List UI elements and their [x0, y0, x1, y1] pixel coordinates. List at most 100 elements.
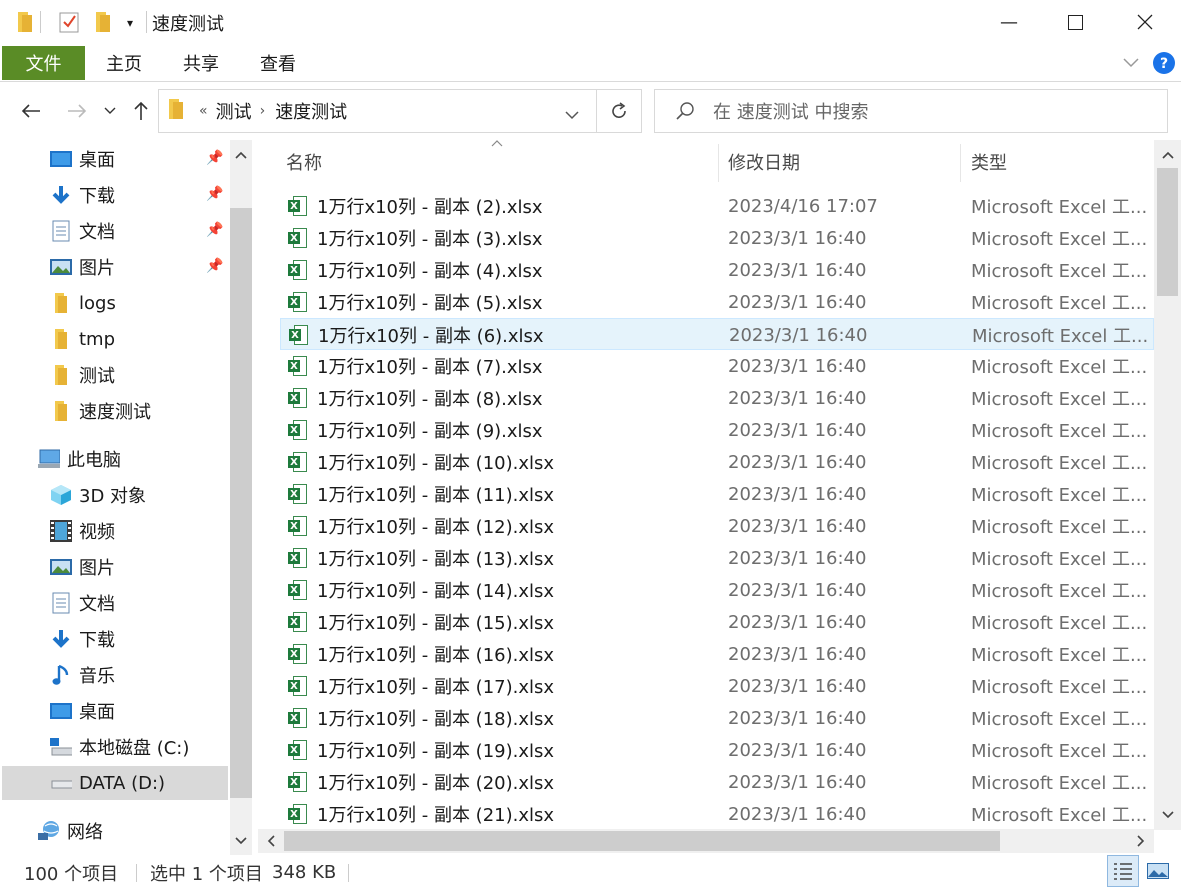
file-name-cell[interactable]: X 1万行x10列 - 副本 (4).xlsx	[288, 254, 718, 286]
nav-item-pictures[interactable]: 图片	[50, 550, 230, 584]
column-header-date[interactable]: 修改日期	[728, 140, 958, 184]
file-name-cell[interactable]: X 1万行x10列 - 副本 (13).xlsx	[288, 542, 718, 574]
close-button[interactable]	[1116, 0, 1174, 44]
file-row[interactable]: X 1万行x10列 - 副本 (12).xlsx 2023/3/1 16:40 Mic…	[280, 510, 1154, 542]
nav-item-documents[interactable]: 文档	[50, 586, 230, 620]
breadcrumb-overflow[interactable]: «	[199, 103, 208, 119]
breadcrumb-item[interactable]: 测试	[216, 98, 252, 124]
nav-item-music[interactable]: 音乐	[50, 658, 230, 692]
file-row[interactable]: X 1万行x10列 - 副本 (6).xlsx 2023/3/1 16:40 Micr…	[280, 318, 1154, 350]
nav-item-3d-objects[interactable]: 3D 对象	[50, 478, 230, 512]
column-header-type[interactable]: 类型	[971, 140, 1151, 184]
pin-icon[interactable]: 📌	[206, 186, 223, 202]
nav-item-drive-c[interactable]: 本地磁盘 (C:)	[50, 730, 230, 764]
column-divider[interactable]	[960, 144, 961, 182]
tab-home[interactable]: 主页	[92, 46, 156, 80]
breadcrumb-item[interactable]: 速度测试	[275, 98, 347, 124]
large-icons-view-button[interactable]	[1142, 855, 1174, 887]
nav-scroll-down-button[interactable]	[232, 832, 250, 850]
file-name-cell[interactable]: X 1万行x10列 - 副本 (20).xlsx	[288, 766, 718, 798]
ribbon-expand-button[interactable]	[1114, 46, 1148, 80]
file-row[interactable]: X 1万行x10列 - 副本 (11).xlsx 2023/3/1 16:40 Mic…	[280, 478, 1154, 510]
file-name-cell[interactable]: X 1万行x10列 - 副本 (18).xlsx	[288, 702, 718, 734]
scroll-right-button[interactable]	[1132, 832, 1150, 850]
file-row[interactable]: X 1万行x10列 - 副本 (5).xlsx 2023/3/1 16:40 Micr…	[280, 286, 1154, 318]
file-name-cell[interactable]: X 1万行x10列 - 副本 (6).xlsx	[289, 319, 719, 351]
nav-item-this-pc[interactable]: 此电脑	[38, 442, 228, 476]
nav-scroll-up-button[interactable]	[232, 146, 250, 164]
forward-button[interactable]	[60, 92, 94, 130]
file-row[interactable]: X 1万行x10列 - 副本 (14).xlsx 2023/3/1 16:40 Mic…	[280, 574, 1154, 606]
file-name-cell[interactable]: X 1万行x10列 - 副本 (10).xlsx	[288, 446, 718, 478]
file-row[interactable]: X 1万行x10列 - 副本 (17).xlsx 2023/3/1 16:40 Mic…	[280, 670, 1154, 702]
file-row[interactable]: X 1万行x10列 - 副本 (2).xlsx 2023/4/16 17:07 Mic…	[280, 190, 1154, 222]
file-row[interactable]: X 1万行x10列 - 副本 (21).xlsx 2023/3/1 16:40 Mic…	[280, 798, 1154, 830]
file-row[interactable]: X 1万行x10列 - 副本 (16).xlsx 2023/3/1 16:40 Mic…	[280, 638, 1154, 670]
properties-icon[interactable]	[58, 11, 80, 33]
scroll-left-button[interactable]	[262, 832, 280, 850]
nav-item-tmp[interactable]: tmp	[50, 322, 230, 356]
new-folder-icon[interactable]	[92, 11, 114, 33]
pin-icon[interactable]: 📌	[206, 222, 223, 238]
nav-item-speed-test[interactable]: 速度测试	[50, 394, 230, 428]
horizontal-scrollbar-thumb[interactable]	[284, 831, 1000, 851]
folder-icon[interactable]	[14, 11, 36, 33]
file-name-cell[interactable]: X 1万行x10列 - 副本 (7).xlsx	[288, 350, 718, 382]
scroll-up-button[interactable]	[1158, 146, 1178, 164]
breadcrumb-separator-icon[interactable]: ›	[260, 103, 266, 119]
file-name-cell[interactable]: X 1万行x10列 - 副本 (9).xlsx	[288, 414, 718, 446]
nav-scrollbar-thumb[interactable]	[230, 208, 252, 798]
nav-item-videos[interactable]: 视频	[50, 514, 230, 548]
file-list-scrollbar-thumb[interactable]	[1157, 168, 1178, 296]
file-row[interactable]: X 1万行x10列 - 副本 (18).xlsx 2023/3/1 16:40 Mic…	[280, 702, 1154, 734]
customize-dropdown-icon[interactable]: ▾	[119, 12, 141, 34]
address-bar[interactable]: « 测试 › 速度测试	[158, 89, 642, 133]
nav-item-logs[interactable]: logs	[50, 286, 230, 320]
scroll-down-button[interactable]	[1158, 806, 1178, 824]
tab-view[interactable]: 查看	[246, 46, 310, 80]
nav-item-downloads[interactable]: 下载	[50, 178, 230, 212]
tab-file[interactable]: 文件	[2, 46, 85, 80]
nav-item-documents[interactable]: 文档	[50, 214, 230, 248]
tab-share[interactable]: 共享	[170, 46, 232, 80]
file-row[interactable]: X 1万行x10列 - 副本 (7).xlsx 2023/3/1 16:40 Micr…	[280, 350, 1154, 382]
nav-item-pictures[interactable]: 图片	[50, 250, 230, 284]
pin-icon[interactable]: 📌	[206, 150, 223, 166]
file-name-cell[interactable]: X 1万行x10列 - 副本 (14).xlsx	[288, 574, 718, 606]
nav-item-downloads[interactable]: 下载	[50, 622, 230, 656]
minimize-button[interactable]: —	[980, 0, 1038, 44]
file-row[interactable]: X 1万行x10列 - 副本 (8).xlsx 2023/3/1 16:40 Micr…	[280, 382, 1154, 414]
file-name-cell[interactable]: X 1万行x10列 - 副本 (19).xlsx	[288, 734, 718, 766]
help-button[interactable]: ?	[1152, 46, 1176, 80]
file-row[interactable]: X 1万行x10列 - 副本 (19).xlsx 2023/3/1 16:40 Mic…	[280, 734, 1154, 766]
file-row[interactable]: X 1万行x10列 - 副本 (9).xlsx 2023/3/1 16:40 Micr…	[280, 414, 1154, 446]
nav-item-network[interactable]: 网络	[38, 814, 228, 848]
column-header-name[interactable]: 名称	[286, 140, 716, 184]
column-divider[interactable]	[718, 144, 719, 182]
nav-item-drive-d[interactable]: DATA (D:)	[2, 766, 228, 800]
file-row[interactable]: X 1万行x10列 - 副本 (15).xlsx 2023/3/1 16:40 Mic…	[280, 606, 1154, 638]
file-name-cell[interactable]: X 1万行x10列 - 副本 (17).xlsx	[288, 670, 718, 702]
pin-icon[interactable]: 📌	[206, 258, 223, 274]
maximize-button[interactable]	[1046, 0, 1104, 44]
file-name-cell[interactable]: X 1万行x10列 - 副本 (5).xlsx	[288, 286, 718, 318]
search-box[interactable]: 在 速度测试 中搜索	[654, 89, 1168, 133]
nav-item-desktop[interactable]: 桌面	[50, 142, 230, 176]
refresh-button[interactable]	[596, 89, 642, 133]
file-row[interactable]: X 1万行x10列 - 副本 (10).xlsx 2023/3/1 16:40 Mic…	[280, 446, 1154, 478]
file-name-cell[interactable]: X 1万行x10列 - 副本 (21).xlsx	[288, 798, 718, 830]
nav-item-test[interactable]: 测试	[50, 358, 230, 392]
file-row[interactable]: X 1万行x10列 - 副本 (13).xlsx 2023/3/1 16:40 Mic…	[280, 542, 1154, 574]
address-dropdown-button[interactable]	[565, 104, 579, 125]
recent-locations-button[interactable]	[100, 92, 120, 130]
file-row[interactable]: X 1万行x10列 - 副本 (20).xlsx 2023/3/1 16:40 Mic…	[280, 766, 1154, 798]
back-button[interactable]	[14, 92, 48, 130]
file-name-cell[interactable]: X 1万行x10列 - 副本 (2).xlsx	[288, 190, 718, 222]
file-row[interactable]: X 1万行x10列 - 副本 (4).xlsx 2023/3/1 16:40 Micr…	[280, 254, 1154, 286]
file-name-cell[interactable]: X 1万行x10列 - 副本 (8).xlsx	[288, 382, 718, 414]
file-name-cell[interactable]: X 1万行x10列 - 副本 (3).xlsx	[288, 222, 718, 254]
file-name-cell[interactable]: X 1万行x10列 - 副本 (12).xlsx	[288, 510, 718, 542]
file-name-cell[interactable]: X 1万行x10列 - 副本 (16).xlsx	[288, 638, 718, 670]
details-view-button[interactable]	[1107, 855, 1139, 887]
nav-item-desktop[interactable]: 桌面	[50, 694, 230, 728]
